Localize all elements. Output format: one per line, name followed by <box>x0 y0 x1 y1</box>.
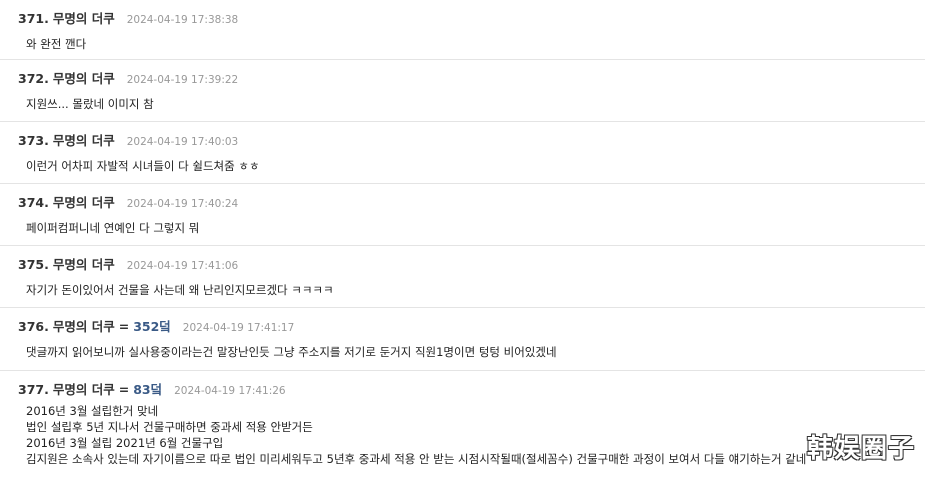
comment-timestamp: 2024-04-19 17:40:24 <box>126 198 239 210</box>
comment-373: 373. 무명의 더쿠 2024-04-19 17:40:03 이런거 어차피 … <box>0 122 925 184</box>
comment-timestamp: 2024-04-19 17:38:38 <box>126 14 239 26</box>
comment-text: 와 완전 깬다 <box>26 37 87 51</box>
comment-text: 댓글까지 읽어보니까 실사용중이라는건 말장난인듯 그냥 주소지를 저기로 둔거… <box>26 345 557 359</box>
comment-author: 무명의 더쿠 <box>52 133 115 148</box>
comment-text: 페이퍼컴퍼니네 연예인 다 그렇지 뭐 <box>26 221 200 235</box>
comment-text: 2016년 3월 설립 2021년 6월 건물구입 <box>26 436 224 450</box>
comment-text: 김지원은 소속사 있는데 자기이름으로 따로 법인 미리세워두고 5년후 중과세… <box>26 452 807 466</box>
comment-body: 지원쓰... 몰랐네 이미지 참 <box>18 86 925 112</box>
comment-number[interactable]: 377. <box>18 382 49 397</box>
comment-timestamp: 2024-04-19 17:40:03 <box>126 136 239 148</box>
comment-body: 이런거 어차피 자발적 시녀들이 다 쉴드쳐줌 ㅎㅎ <box>18 148 925 174</box>
comment-body: 댓글까지 읽어보니까 실사용중이라는건 말장난인듯 그냥 주소지를 저기로 둔거… <box>18 334 925 360</box>
comment-number[interactable]: 372. <box>18 71 49 86</box>
comment-body: 2016년 3월 설립한거 맞네 법인 설립후 5년 지나서 건물구매하면 중과… <box>18 397 925 467</box>
reply-reference-link[interactable]: 352덬 <box>133 316 171 335</box>
comment-374: 374. 무명의 더쿠 2024-04-19 17:40:24 페이퍼컴퍼니네 … <box>0 184 925 246</box>
comment-372: 372. 무명의 더쿠 2024-04-19 17:39:22 지원쓰... 몰… <box>0 60 925 122</box>
reply-equals: = <box>118 319 130 334</box>
comment-text: 법인 설립후 5년 지나서 건물구매하면 중과세 적용 안받거든 <box>26 420 313 434</box>
comment-text: 지원쓰... 몰랐네 이미지 참 <box>26 97 154 111</box>
comment-number[interactable]: 373. <box>18 133 49 148</box>
comment-body: 페이퍼컴퍼니네 연예인 다 그렇지 뭐 <box>18 210 925 236</box>
comment-timestamp: 2024-04-19 17:41:26 <box>174 385 286 397</box>
comment-371: 371. 무명의 더쿠 2024-04-19 17:38:38 와 완전 깬다 <box>0 0 925 60</box>
comment-body: 자기가 돈이있어서 건물을 사는데 왜 난리인지모르겠다 ㅋㅋㅋㅋ <box>18 272 925 298</box>
comment-timestamp: 2024-04-19 17:39:22 <box>126 74 239 86</box>
comment-377: 377. 무명의 더쿠 = 83덬 2024-04-19 17:41:26 20… <box>0 371 925 477</box>
comment-number[interactable]: 375. <box>18 257 49 272</box>
comment-text: 이런거 어차피 자발적 시녀들이 다 쉴드쳐줌 ㅎㅎ <box>26 159 260 173</box>
comment-author: 무명의 더쿠 <box>52 382 115 397</box>
comment-375: 375. 무명의 더쿠 2024-04-19 17:41:06 자기가 돈이있어… <box>0 246 925 308</box>
comment-author: 무명의 더쿠 <box>52 71 115 86</box>
comment-author: 무명의 더쿠 <box>52 195 115 210</box>
comment-text: 자기가 돈이있어서 건물을 사는데 왜 난리인지모르겠다 ㅋㅋㅋㅋ <box>26 283 334 297</box>
comment-list: 371. 무명의 더쿠 2024-04-19 17:38:38 와 완전 깬다 … <box>0 0 925 477</box>
comment-text: 2016년 3월 설립한거 맞네 <box>26 404 159 418</box>
reply-reference-link[interactable]: 83덬 <box>133 379 162 398</box>
comment-number[interactable]: 374. <box>18 195 49 210</box>
comment-author: 무명의 더쿠 <box>52 257 115 272</box>
comment-376: 376. 무명의 더쿠 = 352덬 2024-04-19 17:41:17 댓… <box>0 308 925 371</box>
comment-number[interactable]: 376. <box>18 319 49 334</box>
comment-number[interactable]: 371. <box>18 11 49 26</box>
comment-body: 와 완전 깬다 <box>18 26 925 52</box>
comment-author: 무명의 더쿠 <box>52 319 115 334</box>
comment-timestamp: 2024-04-19 17:41:17 <box>182 322 295 334</box>
comment-timestamp: 2024-04-19 17:41:06 <box>126 260 239 272</box>
comment-author: 무명의 더쿠 <box>52 11 115 26</box>
watermark-logo: 韩娱圈子 <box>806 434 915 464</box>
reply-equals: = <box>118 382 130 397</box>
